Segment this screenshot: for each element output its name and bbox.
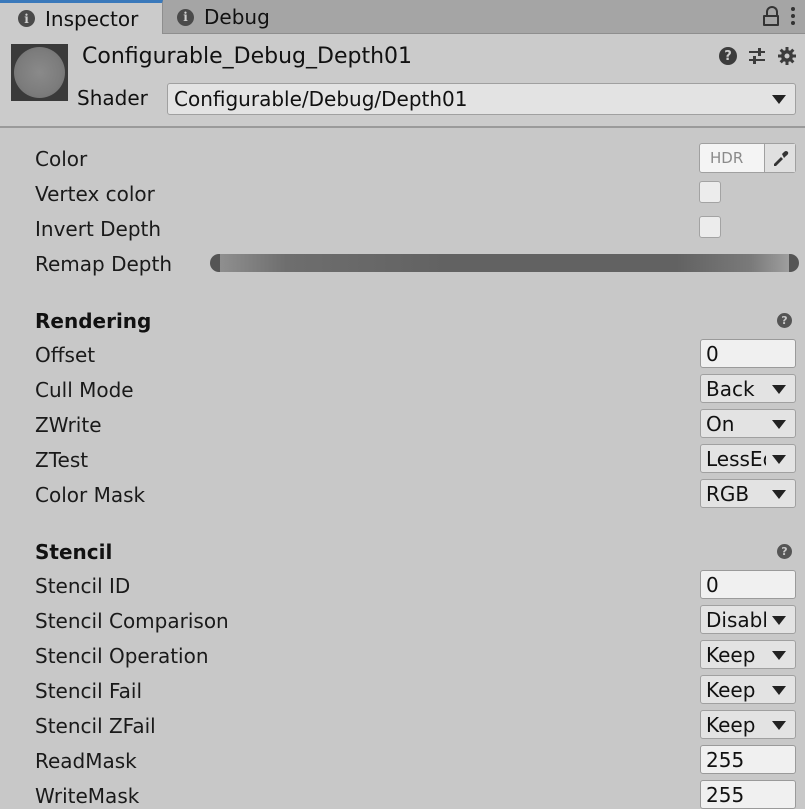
material-name: Configurable_Debug_Depth01 <box>82 44 413 69</box>
stencil-zfail-label: Stencil ZFail <box>35 714 156 738</box>
invert-depth-checkbox[interactable] <box>699 216 721 238</box>
chevron-down-icon <box>772 615 786 625</box>
stencil-fail-value: Keep <box>706 677 756 702</box>
chevron-down-icon <box>772 720 786 730</box>
hdr-text: HDR <box>710 149 744 167</box>
zwrite-value: On <box>706 411 735 436</box>
stencil-section-title: Stencil <box>35 540 113 564</box>
shader-value: Configurable/Debug/Depth01 <box>174 87 468 111</box>
write-mask-label: WriteMask <box>35 784 140 808</box>
presets-icon[interactable] <box>747 46 767 66</box>
stencil-operation-label: Stencil Operation <box>35 644 209 668</box>
vertex-color-label: Vertex color <box>35 182 155 206</box>
chevron-down-icon <box>772 650 786 660</box>
ztest-dropdown[interactable]: LessEqual <box>700 444 796 473</box>
stencil-operation-dropdown[interactable]: Keep <box>700 640 796 669</box>
zwrite-label: ZWrite <box>35 413 102 437</box>
stencil-comparison-value: Disabled <box>706 607 766 632</box>
zwrite-dropdown[interactable]: On <box>700 409 796 438</box>
remap-depth-label: Remap Depth <box>35 252 173 276</box>
rendering-section-title: Rendering <box>35 309 152 333</box>
tab-bar: i Inspector i Debug <box>0 0 805 34</box>
color-label: Color <box>35 147 88 171</box>
color-mask-dropdown[interactable]: RGB <box>700 479 796 508</box>
stencil-comparison-dropdown[interactable]: Disabled <box>700 605 796 634</box>
tab-debug-label: Debug <box>204 5 270 29</box>
stencil-id-label: Stencil ID <box>35 574 131 598</box>
eyedropper-icon[interactable] <box>764 144 795 172</box>
cull-mode-dropdown[interactable]: Back <box>700 374 796 403</box>
shader-dropdown[interactable]: Configurable/Debug/Depth01 <box>167 83 796 115</box>
read-mask-input[interactable]: 255 <box>700 745 796 774</box>
offset-input[interactable]: 0 <box>700 339 796 368</box>
help-icon[interactable]: ? <box>777 313 792 328</box>
material-preview <box>11 44 68 101</box>
tab-debug[interactable]: i Debug <box>163 0 313 34</box>
read-mask-label: ReadMask <box>35 749 137 773</box>
stencil-zfail-value: Keep <box>706 712 756 737</box>
color-mask-value: RGB <box>706 481 750 506</box>
vertex-color-checkbox[interactable] <box>699 181 721 203</box>
color-mask-label: Color Mask <box>35 483 146 507</box>
shader-label: Shader <box>77 86 148 110</box>
chevron-down-icon <box>772 489 786 499</box>
chevron-down-icon <box>772 419 786 429</box>
info-icon: i <box>177 8 194 26</box>
gear-icon[interactable] <box>777 46 797 66</box>
help-icon[interactable]: ? <box>777 544 792 559</box>
tab-inspector[interactable]: i Inspector <box>0 0 163 34</box>
remap-depth-slider[interactable] <box>210 254 799 272</box>
slider-min-handle[interactable] <box>210 254 220 272</box>
stencil-fail-dropdown[interactable]: Keep <box>700 675 796 704</box>
info-icon: i <box>18 10 35 27</box>
more-menu-icon[interactable] <box>791 7 795 25</box>
stencil-comparison-label: Stencil Comparison <box>35 609 229 633</box>
chevron-down-icon <box>772 384 786 394</box>
color-field[interactable]: HDR <box>699 143 796 173</box>
stencil-operation-value: Keep <box>706 642 756 667</box>
tab-inspector-label: Inspector <box>45 6 139 31</box>
material-header: Configurable_Debug_Depth01 ? Shader Conf… <box>0 34 805 128</box>
offset-label: Offset <box>35 343 96 367</box>
chevron-down-icon <box>772 454 786 464</box>
stencil-zfail-dropdown[interactable]: Keep <box>700 710 796 739</box>
help-icon[interactable]: ? <box>719 47 737 65</box>
slider-max-handle[interactable] <box>789 254 799 272</box>
chevron-down-icon <box>772 685 786 695</box>
min-max-slider-track[interactable] <box>218 254 791 272</box>
ztest-label: ZTest <box>35 448 89 472</box>
stencil-fail-label: Stencil Fail <box>35 679 143 703</box>
ztest-value: LessEqual <box>706 446 766 471</box>
stencil-id-input[interactable]: 0 <box>700 570 796 599</box>
invert-depth-label: Invert Depth <box>35 217 162 241</box>
chevron-down-icon <box>772 95 786 104</box>
lock-icon[interactable] <box>763 6 779 26</box>
cull-mode-value: Back <box>706 376 755 401</box>
cull-mode-label: Cull Mode <box>35 378 134 402</box>
